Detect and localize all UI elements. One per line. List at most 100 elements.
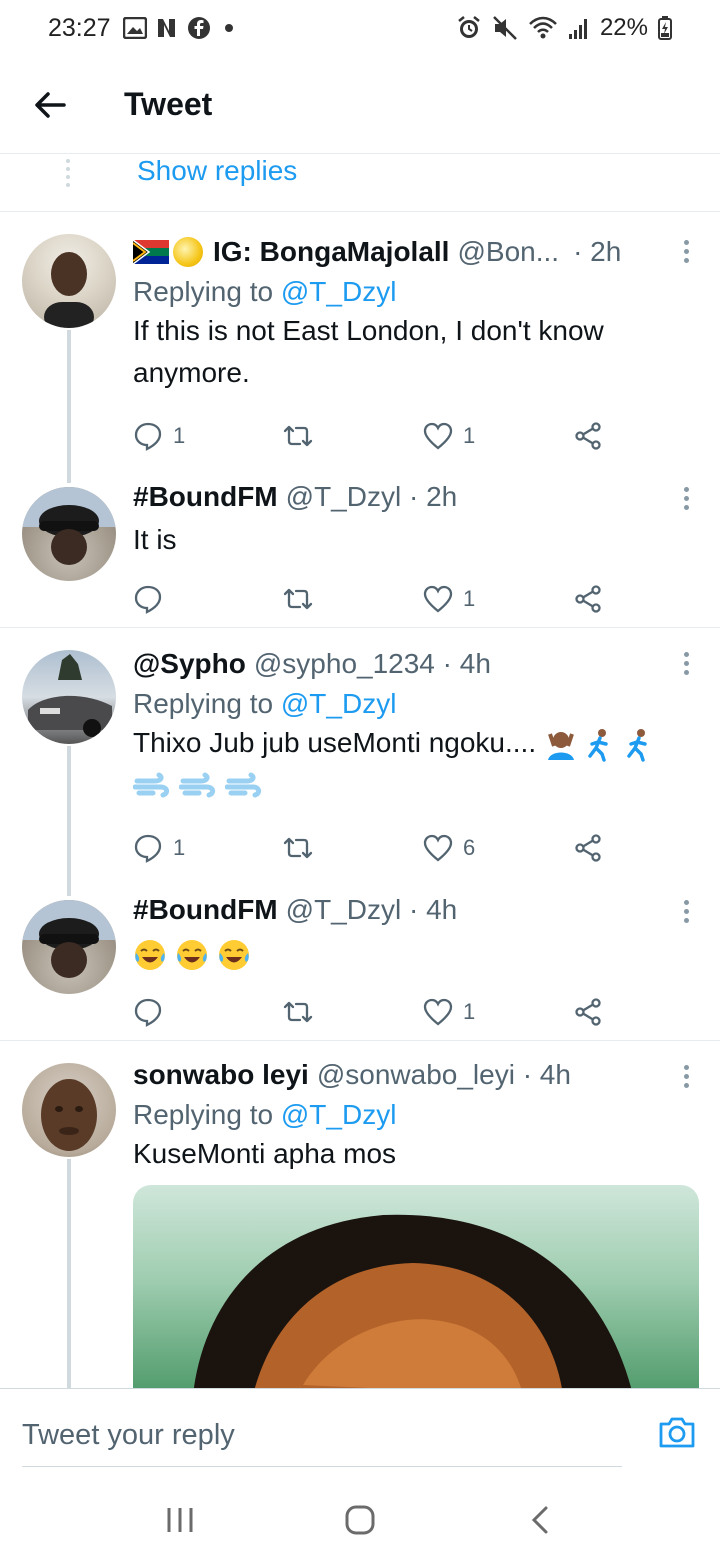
mention-link[interactable]: @T_Dzyl [281,688,397,719]
handle[interactable]: @T_Dzyl · 2h [286,481,458,513]
thread-line [67,330,71,467]
tears-of-joy-emoji-icon [218,939,249,970]
handle[interactable]: @Bon... [457,236,559,268]
tweet-actions: 1 6 [133,818,700,878]
share-button[interactable] [573,584,603,614]
thread-line [67,746,71,880]
like-button[interactable]: 1 [423,422,573,450]
home-button[interactable] [330,1490,390,1550]
reply-button[interactable] [133,584,283,614]
display-name[interactable]: #BoundFM [133,481,278,513]
like-button[interactable]: 6 [423,834,573,862]
tweet-text: KuseMonti apha mos [133,1138,397,1169]
thread-line [67,1159,71,1388]
retweet-icon [283,1001,313,1023]
app-header: Tweet [0,56,720,154]
avatar[interactable] [22,900,116,994]
tweet-text: Thixo Jub jub useMonti ngoku.... [132,722,699,806]
more-options-button[interactable] [682,652,690,675]
heart-icon [423,422,453,450]
recent-apps-icon [167,1508,193,1532]
display-name[interactable]: sonwabo leyi [133,1059,309,1091]
avatar[interactable] [22,234,116,328]
gallery-icon [122,17,147,39]
system-back-button[interactable] [510,1490,570,1550]
retweet-button[interactable] [283,423,423,449]
camera-button[interactable] [658,1415,696,1449]
runner-emoji-icon [627,728,648,762]
handle[interactable]: @sonwabo_leyi · 4h [317,1059,571,1091]
share-button[interactable] [573,997,603,1027]
dash-emoji-icon [132,772,170,798]
south-africa-flag-icon [133,240,169,264]
reply-button[interactable] [133,997,283,1027]
reply-input[interactable]: Tweet your reply [22,1389,622,1467]
thread-line [67,467,71,483]
home-icon [345,1505,375,1535]
like-button[interactable]: 1 [423,998,573,1026]
retweet-button[interactable] [283,999,423,1025]
coin-emoji-icon [173,237,203,267]
tweet[interactable]: @Sypho @sypho_1234 · 4h Replying to @T_D… [0,628,720,880]
back-button[interactable] [20,75,80,135]
tweet-text: If this is not East London, I don't know… [133,315,604,388]
replying-to: Replying to @T_Dzyl [133,276,397,307]
reply-button[interactable]: 1 [133,833,283,863]
tweet-actions: 1 [133,982,700,1042]
more-options-button[interactable] [682,1065,690,1088]
reply-button[interactable]: 1 [133,421,283,451]
tweet[interactable]: IG: BongaMajolall @Bon... · 2h Replying … [0,212,720,467]
heart-icon [423,585,453,613]
share-icon [575,834,601,862]
share-icon [575,585,601,613]
more-options-button[interactable] [682,487,690,510]
share-icon [575,998,601,1026]
tweet[interactable]: #BoundFM @T_Dzyl · 2h It is 1 [0,467,720,628]
arrow-left-icon [35,91,66,118]
tweet-actions: 1 1 [133,406,700,466]
avatar[interactable] [22,487,116,581]
tweet[interactable]: sonwabo leyi @sonwabo_leyi · 4h Replying… [0,1041,720,1388]
like-button[interactable]: 1 [423,585,573,613]
show-replies-row: Show replies [0,155,720,212]
person-gesturing-emoji-icon [547,731,574,760]
chat-bubble-icon [134,998,162,1027]
signal-icon [568,19,587,39]
tears-of-joy-emoji-icon [135,939,165,970]
avatar[interactable] [22,650,116,744]
alarm-icon [458,16,480,38]
netflix-icon [157,19,175,37]
display-name[interactable]: #BoundFM [133,894,278,926]
handle[interactable]: @T_Dzyl · 4h [286,894,458,926]
retweet-icon [283,425,313,447]
more-options-button[interactable] [682,240,690,263]
tweet[interactable]: #BoundFM @T_Dzyl · 4h 1 [0,880,720,1041]
retweet-button[interactable] [283,586,423,612]
heart-icon [423,834,453,862]
share-button[interactable] [573,421,603,451]
share-icon [575,422,601,450]
avatar[interactable] [22,1063,116,1157]
recent-apps-button[interactable] [150,1490,210,1550]
heart-icon [423,998,453,1026]
share-button[interactable] [573,833,603,863]
show-replies-link[interactable]: Show replies [137,155,297,187]
mention-link[interactable]: @T_Dzyl [281,276,397,307]
handle[interactable]: @sypho_1234 · 4h [254,648,491,680]
more-options-button[interactable] [682,900,690,923]
retweet-icon [283,837,313,859]
chat-bubble-icon [134,834,162,863]
chevron-left-icon [531,1506,548,1534]
retweet-icon [283,588,313,610]
tweet-media-image[interactable] [133,1185,699,1388]
display-name[interactable]: IG: BongaMajolall [213,236,449,268]
page-title: Tweet [124,86,213,122]
dash-emoji-icon [178,772,215,798]
replies-feed[interactable]: Show replies IG: BongaMajolall @Bon... ·… [0,155,720,1388]
mention-link[interactable]: @T_Dzyl [281,1099,397,1130]
camera-icon [659,1417,695,1448]
retweet-button[interactable] [283,835,423,861]
status-time: 23:27 [48,13,111,42]
display-name[interactable]: @Sypho [133,648,246,680]
notification-icons [122,16,233,40]
